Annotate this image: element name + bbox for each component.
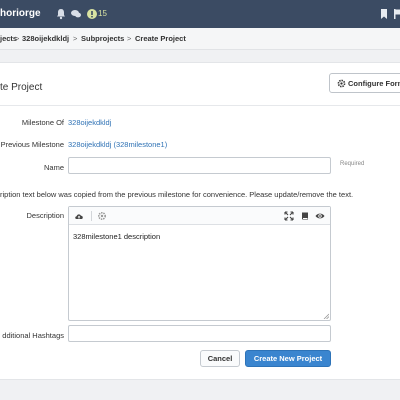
copied-text-notice: ription text below was copied from the p… <box>0 190 354 199</box>
breadcrumb-project[interactable]: 328oijekdkldj <box>22 34 69 43</box>
breadcrumb-separator: > <box>127 34 132 43</box>
breadcrumb: jects > 328oijekdkldj > Subprojects > Cr… <box>0 28 400 50</box>
milestone-of-link[interactable]: 328oijekdkldj <box>68 118 111 127</box>
configure-form-label: Configure Form <box>348 79 400 88</box>
breadcrumb-subprojects[interactable]: Subprojects <box>81 34 124 43</box>
notification-count: 15 <box>98 9 107 18</box>
description-text[interactable]: 328milestone1 description <box>73 232 160 241</box>
hashtags-label: dditional Hashtags <box>2 331 64 340</box>
milestone-of-label: Milestone Of <box>21 118 64 127</box>
page-title: te Project <box>0 82 43 93</box>
alert-icon[interactable] <box>86 8 98 20</box>
name-input[interactable] <box>68 157 331 174</box>
bookmark-icon[interactable] <box>378 8 390 20</box>
resize-handle-icon[interactable] <box>323 313 329 319</box>
required-text: Required <box>340 161 365 167</box>
create-new-project-button[interactable]: Create New Project <box>245 350 331 367</box>
breadcrumb-separator: > <box>15 34 20 43</box>
breadcrumb-current: Create Project <box>135 34 186 43</box>
book-icon[interactable] <box>300 211 310 221</box>
description-label: Description <box>26 211 64 220</box>
settings-icon[interactable] <box>97 211 107 221</box>
breadcrumb-separator: > <box>73 34 78 43</box>
name-label: Name <box>43 163 64 172</box>
configure-form-button[interactable]: Configure Form <box>329 73 400 93</box>
description-editor[interactable]: 328milestone1 description <box>68 206 331 321</box>
bell-icon[interactable] <box>55 8 67 20</box>
editor-toolbar <box>69 207 330 225</box>
top-navigation-bar: horiorge 15 <box>0 0 400 28</box>
hashtags-input[interactable] <box>68 325 331 342</box>
cloud-upload-icon[interactable] <box>74 211 84 221</box>
flag-icon[interactable] <box>393 8 400 20</box>
toolbar-divider <box>91 211 92 221</box>
previous-milestone-label: Previous Milestone <box>0 140 64 149</box>
app-brand[interactable]: horiorge <box>0 8 41 19</box>
previous-milestone-link[interactable]: 328oijekdkldj (328milestone1) <box>68 140 167 149</box>
eye-icon[interactable] <box>315 211 325 221</box>
expand-icon[interactable] <box>284 211 294 221</box>
divider <box>0 105 400 106</box>
cancel-button[interactable]: Cancel <box>200 350 240 367</box>
gear-icon <box>337 79 346 88</box>
chat-icon[interactable] <box>70 8 82 20</box>
